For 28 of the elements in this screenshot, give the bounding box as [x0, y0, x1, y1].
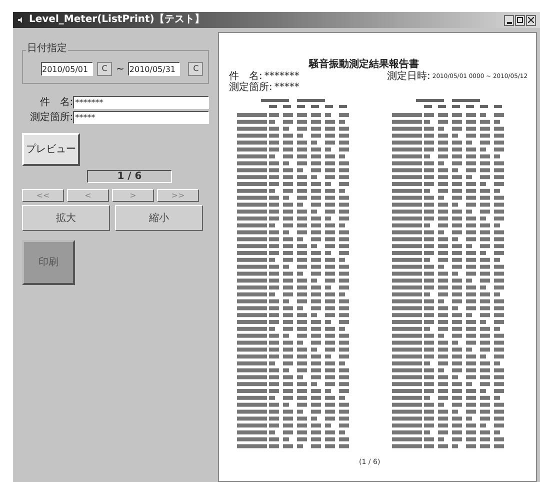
end-date-field[interactable]: 2010/05/31 — [128, 62, 180, 76]
text-field[interactable]: ***** — [73, 111, 209, 124]
calendar-button[interactable]: C — [188, 62, 204, 76]
calendar-button[interactable]: C — [97, 62, 112, 76]
start-date-field[interactable]: 2010/05/01 — [41, 62, 93, 76]
range-separator: ~ — [116, 62, 124, 76]
field-label: 測定箇所: — [28, 112, 74, 122]
group-label: 日付指定 — [26, 44, 68, 54]
page-indicator: 1 / 6 — [87, 170, 172, 183]
window-title: Level_Meter(ListPrint)【テスト】 — [29, 15, 204, 25]
preview-button[interactable]: プレビュー — [22, 133, 80, 166]
subject-value: ******* — [264, 71, 300, 82]
date-label: 測定日時: — [387, 71, 430, 82]
zoom-button[interactable]: 縮小 — [115, 205, 203, 231]
speaker-icon — [17, 16, 25, 24]
location-value: ***** — [274, 82, 300, 93]
close-icon — [528, 17, 534, 23]
field-label: 件 名: — [38, 98, 74, 108]
maximize-icon — [517, 17, 523, 23]
minimize-button[interactable] — [504, 14, 514, 26]
location-label: 測定箇所: — [229, 82, 272, 93]
maximize-button[interactable] — [515, 14, 525, 26]
report-title: 騒音振動測定結果報告書 — [309, 57, 419, 70]
text-field[interactable]: ******* — [73, 96, 209, 109]
minimize-icon — [506, 22, 512, 24]
subject-label: 件 名: — [229, 71, 262, 82]
zoom-button[interactable]: 拡大 — [22, 205, 110, 231]
close-button[interactable] — [526, 14, 536, 26]
